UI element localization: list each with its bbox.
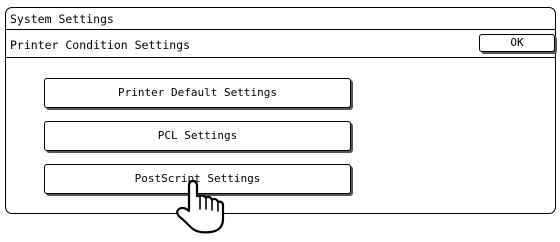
settings-panel: System Settings Printer Condition Settin… bbox=[5, 7, 556, 214]
pcl-settings-button[interactable]: PCL Settings bbox=[44, 121, 351, 151]
title-bar: System Settings bbox=[6, 8, 555, 30]
printer-default-settings-button[interactable]: Printer Default Settings bbox=[44, 78, 351, 108]
ok-button[interactable]: OK bbox=[479, 34, 555, 52]
window-title: System Settings bbox=[10, 12, 114, 26]
pointing-hand-icon bbox=[176, 179, 225, 234]
subtitle-bar: Printer Condition Settings OK bbox=[6, 30, 555, 58]
page-title: Printer Condition Settings bbox=[10, 38, 191, 52]
